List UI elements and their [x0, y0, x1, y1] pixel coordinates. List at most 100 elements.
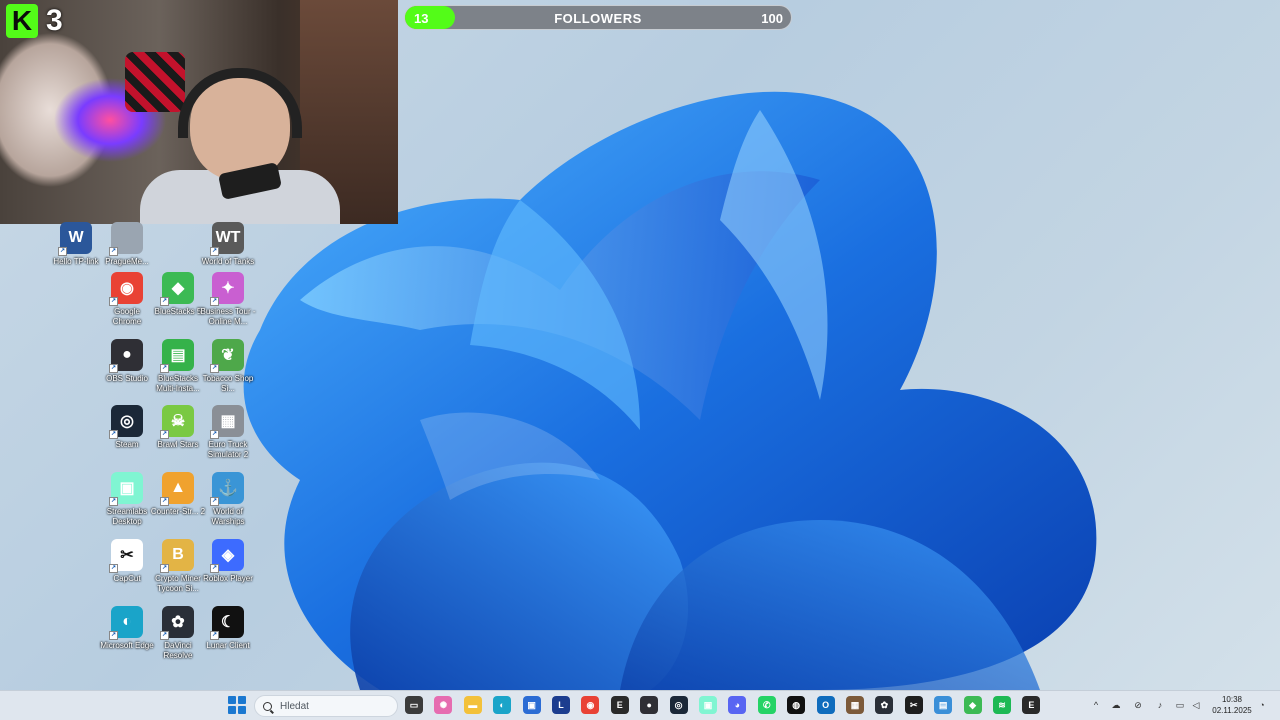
- desktop-icon-roblox[interactable]: ◈ ↗ Roblox Player: [202, 539, 254, 584]
- clock-date: 02.11.2025: [1212, 706, 1252, 715]
- steam-icon[interactable]: ◎: [669, 696, 688, 714]
- github-icon[interactable]: ◍: [787, 696, 806, 714]
- search-placeholder: Hledat: [280, 700, 309, 712]
- camera-off-tray-icon[interactable]: ⊘: [1132, 699, 1144, 711]
- lunar-launcher-icon[interactable]: L: [552, 696, 570, 714]
- shortcut-arrow-icon: ↗: [210, 297, 219, 306]
- desktop-icon-edge[interactable]: ◐ ↗ Microsoft Edge: [100, 606, 154, 651]
- desktop-icon-label: World of Tanks: [201, 257, 255, 266]
- desktop-icon-chrome[interactable]: ◉ ↗ Google Chrome: [101, 272, 153, 327]
- desktop-icon-davinci[interactable]: ✿ ↗ DaVinci Resolve: [152, 606, 204, 661]
- desktop-icon-label: Roblox Player: [203, 574, 253, 583]
- chrome-icon[interactable]: ◉: [581, 696, 600, 714]
- davinci-icon: ✿ ↗: [160, 606, 194, 640]
- onedrive-tray-icon[interactable]: ☁: [1110, 699, 1122, 711]
- discord-icon[interactable]: ◕: [728, 696, 747, 714]
- minecraft-icon[interactable]: ▦: [846, 696, 864, 714]
- word-icon: W ↗: [58, 222, 92, 256]
- lunar-client-icon: ☾ ↗: [210, 606, 244, 640]
- desktop-icon-obs[interactable]: ● ↗ OBS Studio: [101, 339, 153, 384]
- roblox-icon: ◈ ↗: [210, 539, 244, 573]
- shortcut-arrow-icon: ↗: [160, 297, 169, 306]
- euro-truck-icon: ▦ ↗: [210, 405, 244, 439]
- desktop-icon-label: Euro Truck Simulator 2: [207, 440, 249, 459]
- desktop-icon-business-tour[interactable]: ✦ ↗ Business Tour - Online M...: [201, 272, 256, 327]
- desktop-icon-bluestacks-multi[interactable]: ▤ ↗ BlueStacks Multi-Insta...: [152, 339, 204, 394]
- taskbar-search[interactable]: Hledat: [254, 695, 398, 717]
- shortcut-arrow-icon: ↗: [210, 564, 219, 573]
- desktop-icon-label: Google Chrome: [112, 307, 142, 326]
- shortcut-arrow-icon: ↗: [160, 497, 169, 506]
- shortcut-arrow-icon: ↗: [210, 430, 219, 439]
- steam-icon: ◎ ↗: [109, 405, 143, 439]
- world-of-tanks-icon: WT ↗: [210, 222, 244, 256]
- notification-bell-icon[interactable]: ◔: [1256, 699, 1268, 711]
- shortcut-arrow-icon: ↗: [210, 364, 219, 373]
- followers-goal-bar: 13 FOLLOWERS 100: [404, 5, 792, 30]
- desktop-icon-capcut[interactable]: ✂ ↗ CapCut: [101, 539, 153, 584]
- desktop-icon-label: Brawl Stars: [157, 440, 199, 449]
- edge-icon[interactable]: ◐: [493, 696, 512, 714]
- volume-tray-icon[interactable]: ◁: [1190, 699, 1202, 711]
- desktop-icon-label: Streamlabs Desktop: [106, 507, 148, 526]
- desktop-icon-bluestacks[interactable]: ◆ ↗ BlueStacks 5: [152, 272, 204, 317]
- bluestacks-multi-icon: ▤ ↗: [160, 339, 194, 373]
- search-icon: [263, 701, 272, 711]
- desktop-icon-brawl-stars[interactable]: ☠ ↗ Brawl Stars: [152, 405, 204, 450]
- obs-icon[interactable]: ●: [640, 696, 659, 714]
- network-tray-icon[interactable]: ▭: [1174, 699, 1186, 711]
- capcut-icon[interactable]: ✂: [904, 696, 923, 714]
- start-button[interactable]: [228, 696, 246, 714]
- business-tour-icon: ✦ ↗: [210, 272, 244, 306]
- shortcut-arrow-icon: ↗: [109, 631, 118, 640]
- store-icon[interactable]: ▣: [522, 696, 541, 714]
- streamlabs-icon[interactable]: ▣: [699, 696, 717, 714]
- desktop-icon-lunar-client[interactable]: ☾ ↗ Lunar Client: [202, 606, 254, 651]
- desktop-icon-streamlabs[interactable]: ▣ ↗ Streamlabs Desktop: [101, 472, 153, 527]
- shortcut-arrow-icon: ↗: [109, 297, 118, 306]
- file-explorer-icon[interactable]: ▬: [463, 696, 482, 714]
- epic-games-2-icon[interactable]: E: [1022, 696, 1041, 714]
- shortcut-arrow-icon: ↗: [210, 247, 219, 256]
- desktop-icon-crypto-miner[interactable]: B ↗ Crypto Miner Tycoon Si...: [152, 539, 204, 594]
- taskbar-clock[interactable]: 10:38 02.11.2025: [1208, 694, 1256, 716]
- world-of-warships-icon: ⚓ ↗: [210, 472, 244, 506]
- shortcut-arrow-icon: ↗: [109, 364, 118, 373]
- desktop-icon-word[interactable]: W ↗ Hello TP-link: [50, 222, 102, 267]
- shortcut-arrow-icon: ↗: [160, 631, 169, 640]
- crypto-miner-icon: B ↗: [160, 539, 194, 573]
- epic-games-icon[interactable]: E: [610, 696, 629, 714]
- desktop-icon-label: BlueStacks 5: [154, 307, 202, 316]
- show-hidden-icons-chevron-icon[interactable]: ^: [1090, 699, 1102, 711]
- microphone-tray-icon[interactable]: ♪: [1154, 699, 1166, 711]
- counter-strike-icon: ▲ ↗: [160, 472, 194, 506]
- desktop-icon-world-of-tanks[interactable]: WT ↗ World of Tanks: [202, 222, 254, 267]
- kick-logo-icon: K: [6, 4, 38, 38]
- desktop-icon-steam[interactable]: ◎ ↗ Steam: [101, 405, 153, 450]
- shortcut-arrow-icon: ↗: [109, 247, 118, 256]
- desktop-icon-euro-truck[interactable]: ▦ ↗ Euro Truck Simulator 2: [202, 405, 254, 460]
- desktop-icon-tobacco-shop[interactable]: ❦ ↗ Tobacco Shop Si...: [202, 339, 254, 394]
- shortcut-arrow-icon: ↗: [160, 364, 169, 373]
- followers-goal: 100: [761, 11, 783, 26]
- chrome-icon: ◉ ↗: [109, 272, 143, 306]
- desktop-icon-label: BlueStacks Multi-Insta...: [156, 374, 200, 393]
- task-view-icon[interactable]: ▭: [405, 696, 423, 714]
- desktop-icon-label: PragueMe...: [105, 257, 149, 266]
- outlook-icon[interactable]: O: [816, 696, 835, 714]
- spotify-icon[interactable]: ≋: [993, 696, 1011, 714]
- desktop-icon-label: Lunar Client: [206, 641, 250, 650]
- bluestacks-icon[interactable]: ◆: [963, 696, 982, 714]
- desktop-icon-label: Steam: [115, 440, 139, 449]
- shortcut-arrow-icon: ↗: [210, 497, 219, 506]
- obs-icon: ● ↗: [109, 339, 143, 373]
- desktop-icon-world-of-warships[interactable]: ⚓ ↗ World of Warships: [202, 472, 254, 527]
- notepad-icon[interactable]: ▤: [934, 696, 953, 714]
- whatsapp-icon[interactable]: ✆: [757, 696, 776, 714]
- taskbar: Hledat ▭ ✺ ▬ ◐ ▣ L ◉ E ● ◎ ▣ ◕ ✆ ◍ O ▦ ✿ ✂ ▤ ◆ ≋ E ^ ☁ ⊘ ♪ ▭ …: [0, 690, 1280, 720]
- desktop-icon-file[interactable]: ↗ PragueMe...: [101, 222, 153, 267]
- desktop-icon-counter-strike[interactable]: ▲ ↗ Counter-Str... 2: [151, 472, 205, 517]
- copilot-icon[interactable]: ✺: [434, 696, 453, 714]
- davinci-icon[interactable]: ✿: [875, 696, 894, 714]
- shortcut-arrow-icon: ↗: [210, 631, 219, 640]
